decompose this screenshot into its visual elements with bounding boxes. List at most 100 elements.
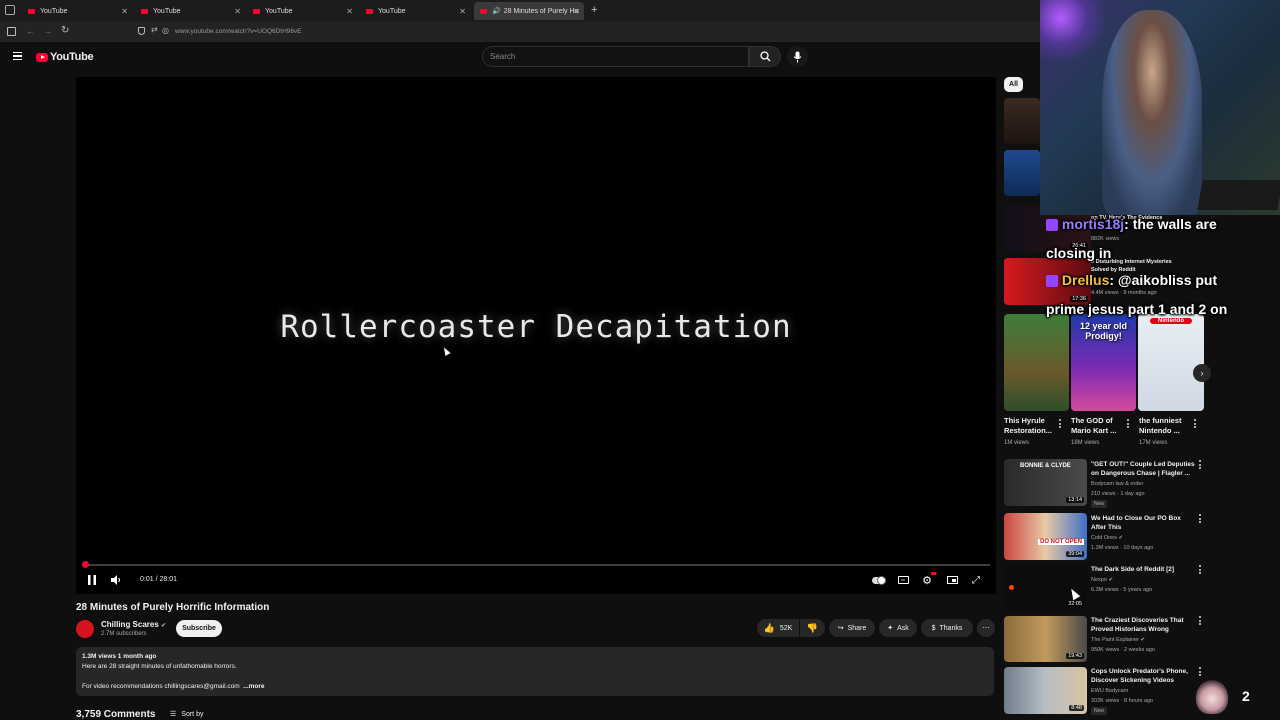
- url-field[interactable]: www.youtube.com/watch?v=UOQ6DtH96vE: [175, 28, 302, 35]
- video-menu-icon[interactable]: [1199, 667, 1201, 676]
- video-menu-icon[interactable]: [1199, 565, 1201, 574]
- sort-by-button[interactable]: ☰ Sort by: [170, 710, 204, 719]
- thanks-button[interactable]: $ Thanks: [921, 619, 973, 637]
- chip-all[interactable]: All: [1004, 77, 1023, 92]
- video-channel[interactable]: EWU Bodycam: [1091, 687, 1128, 695]
- shorts-next-button[interactable]: ›: [1193, 364, 1211, 382]
- viewer-count: 2: [1242, 688, 1250, 704]
- video-title-line: Proved Historians Wrong: [1091, 626, 1169, 633]
- description-more-link[interactable]: ...more: [243, 683, 264, 690]
- video-menu-icon[interactable]: [1199, 616, 1201, 625]
- reload-icon[interactable]: ↻: [61, 25, 69, 36]
- more-actions-button[interactable]: ⋯: [977, 619, 995, 637]
- sort-icon: ☰: [170, 711, 177, 718]
- dislike-button[interactable]: 👎: [800, 619, 825, 637]
- video-title[interactable]: We Had to Close Our PO Box After This: [1091, 514, 1203, 532]
- channel-name[interactable]: Chilling Scares ✔: [101, 620, 166, 629]
- search-input[interactable]: Search: [482, 46, 749, 67]
- subscribe-button[interactable]: Subscribe: [176, 620, 222, 637]
- forward-icon[interactable]: →: [43, 26, 52, 36]
- settings-button[interactable]: ⚙: [920, 572, 936, 587]
- video-thumbnail[interactable]: 8:48: [1004, 667, 1087, 714]
- related-thumbnail[interactable]: [1004, 98, 1040, 144]
- like-button[interactable]: 👍 52K: [757, 619, 799, 637]
- close-tab-icon[interactable]: ✕: [234, 7, 241, 16]
- browser-tab[interactable]: YouTube ✕: [22, 2, 132, 20]
- miniplayer-button[interactable]: [945, 574, 959, 586]
- sort-label: Sort by: [181, 710, 204, 718]
- close-tab-icon[interactable]: ✕: [346, 7, 353, 16]
- video-title[interactable]: The Craziest Discoveries That Proved Hist…: [1091, 616, 1203, 634]
- video-channel[interactable]: Cold Ones ✔: [1091, 534, 1123, 542]
- video-player[interactable]: Rollercoaster Decapitation 0:01 / 28:01 …: [76, 77, 996, 594]
- youtube-play-icon: [36, 52, 48, 62]
- related-thumbnail[interactable]: [1004, 150, 1040, 196]
- short-title[interactable]: This Hyrule Restoration...: [1004, 416, 1056, 436]
- browser-tab-active[interactable]: 🔊28 Minutes of Purely Horrific✕: [474, 2, 584, 20]
- tab-label: YouTube: [153, 7, 181, 15]
- video-title-line: Discover Sickening Videos: [1091, 677, 1174, 684]
- new-tab-icon[interactable]: +: [591, 4, 597, 16]
- time-total: 28:01: [159, 576, 177, 583]
- channel-avatar[interactable]: [76, 620, 94, 638]
- short-menu-icon[interactable]: [1127, 419, 1129, 428]
- close-tab-icon[interactable]: ✕: [459, 7, 466, 16]
- short-menu-icon[interactable]: [1059, 419, 1061, 428]
- hamburger-menu-icon[interactable]: [13, 52, 22, 60]
- video-title-line: on Dangerous Chase | Flagler ...: [1091, 470, 1190, 477]
- progress-bar[interactable]: [81, 561, 990, 568]
- chat-username: mortis18j: [1061, 216, 1125, 232]
- browser-tab[interactable]: YouTube ✕: [360, 2, 470, 20]
- voice-search-button[interactable]: [787, 46, 808, 67]
- channel-text: The Paint Explainer: [1091, 637, 1139, 643]
- video-title-line: The Craziest Discoveries That: [1091, 617, 1184, 624]
- browser-tab[interactable]: YouTube ✕: [135, 2, 245, 20]
- video-menu-icon[interactable]: [1199, 514, 1201, 523]
- video-channel[interactable]: Nexpo ✔: [1091, 576, 1113, 584]
- pause-button[interactable]: [86, 574, 98, 586]
- close-tab-icon[interactable]: ✕: [121, 7, 128, 16]
- description-line: For video recommendations chillingscares…: [82, 683, 265, 690]
- video-channel[interactable]: The Paint Explainer ✔: [1091, 636, 1145, 644]
- autoplay-toggle[interactable]: [872, 574, 886, 586]
- shield-icon[interactable]: [138, 27, 145, 35]
- keyboard-decoration: [1197, 180, 1280, 210]
- video-channel[interactable]: Bodycam law & order: [1091, 480, 1143, 488]
- subtitles-button[interactable]: cc: [896, 574, 910, 586]
- video-thumbnail[interactable]: BONNIE & CLYDE 13:14: [1004, 459, 1087, 506]
- short-thumbnail[interactable]: 12 year old Prodigy!: [1071, 314, 1136, 411]
- youtube-logo[interactable]: YouTube: [36, 51, 94, 63]
- speaker-icon: 🔊: [492, 8, 501, 15]
- video-title[interactable]: Cops Unlock Predator's Phone, Discover Si…: [1091, 667, 1203, 685]
- short-thumbnail[interactable]: Nintendo: [1138, 314, 1204, 411]
- short-views: 18M views: [1071, 440, 1100, 446]
- sidebar-toggle-icon[interactable]: [7, 27, 16, 36]
- video-title[interactable]: "GET OUT!" Couple Led Deputies on Dangero…: [1091, 460, 1203, 478]
- short-menu-icon[interactable]: [1194, 419, 1196, 428]
- progress-scrubber[interactable]: [81, 561, 89, 568]
- search-button[interactable]: [749, 46, 781, 67]
- video-menu-icon[interactable]: [1199, 460, 1201, 469]
- close-tab-icon[interactable]: ✕: [573, 7, 580, 16]
- video-title-line: After This: [1091, 524, 1122, 531]
- short-thumbnail[interactable]: [1004, 314, 1069, 411]
- share-button[interactable]: ↪ Share: [829, 619, 875, 637]
- share-label: Share: [847, 624, 867, 632]
- video-thumbnail[interactable]: DO NOT OPEN 39:04: [1004, 513, 1087, 560]
- description-box[interactable]: 1.3M views 1 month ago Here are 28 strai…: [76, 647, 994, 696]
- tracking-icon[interactable]: ◎: [162, 26, 169, 35]
- video-title[interactable]: The Dark Side of Reddit [2]: [1091, 565, 1203, 574]
- sparkle-icon: ✦: [887, 625, 894, 632]
- fullscreen-button[interactable]: ⤢: [969, 574, 983, 586]
- volume-button[interactable]: [110, 574, 122, 586]
- permissions-icon[interactable]: ⇄: [151, 25, 158, 34]
- short-title[interactable]: The GOD of Mario Kart ...: [1071, 416, 1123, 436]
- ask-button[interactable]: ✦ Ask: [879, 619, 917, 637]
- tab-label: YouTube: [378, 7, 406, 15]
- miniplayer-icon: [946, 576, 958, 584]
- video-thumbnail[interactable]: 19:43: [1004, 616, 1087, 662]
- back-icon[interactable]: ←: [26, 26, 35, 36]
- short-title[interactable]: the funniest Nintendo ...: [1139, 416, 1191, 436]
- browser-menu-icon[interactable]: [5, 5, 15, 15]
- browser-tab[interactable]: YouTube ✕: [247, 2, 357, 20]
